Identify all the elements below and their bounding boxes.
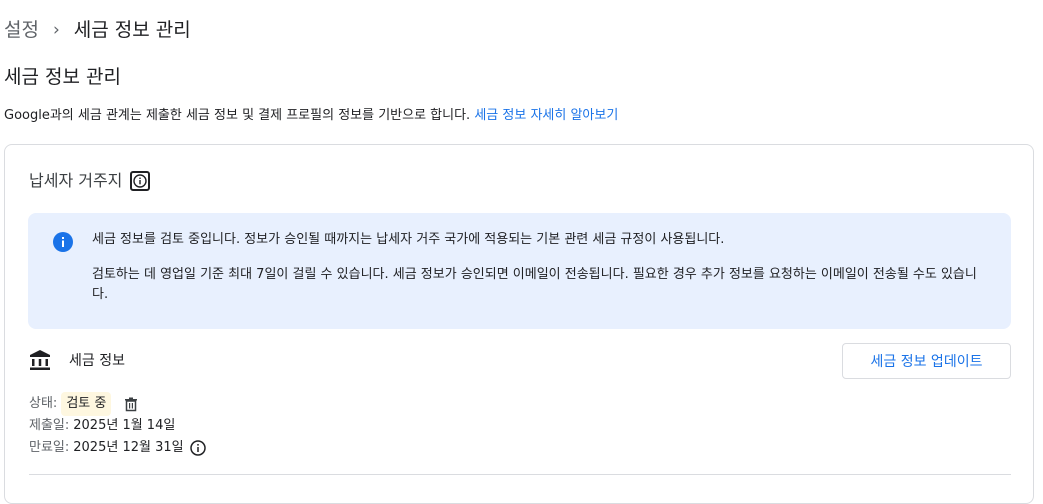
tax-info-details: 상태: 검토 중 제출일: 2025년 1월 14일 만료일: 2025년 12… bbox=[29, 392, 206, 459]
expires-label: 만료일: bbox=[29, 440, 70, 455]
residency-title: 납세자 거주지 bbox=[29, 171, 123, 190]
update-tax-info-button[interactable]: 세금 정보 업데이트 bbox=[842, 343, 1011, 379]
status-row: 상태: 검토 중 bbox=[29, 392, 206, 416]
expires-date: 2025년 12월 31일 bbox=[73, 440, 184, 455]
status-badge: 검토 중 bbox=[61, 392, 112, 416]
info-icon[interactable] bbox=[189, 440, 206, 456]
trash-icon[interactable] bbox=[123, 396, 139, 412]
learn-more-link[interactable]: 세금 정보 자세히 알아보기 bbox=[474, 108, 618, 123]
notice-line-1: 세금 정보를 검토 중입니다. 정보가 승인될 때까지는 납세자 거주 국가에 … bbox=[92, 232, 725, 247]
divider bbox=[29, 474, 1011, 475]
status-label: 상태: bbox=[29, 396, 58, 411]
breadcrumb-settings-link[interactable]: 설정 bbox=[4, 18, 39, 42]
bank-icon bbox=[30, 350, 50, 370]
submitted-date: 2025년 1월 14일 bbox=[73, 418, 176, 433]
notice-text: 세금 정보를 검토 중입니다. 정보가 승인될 때까지는 납세자 거주 국가에 … bbox=[92, 230, 992, 320]
tax-residency-card: 납세자 거주지 세금 정보를 검토 중입니다. 정보가 승인될 때까지는 납세자… bbox=[4, 144, 1034, 504]
info-icon[interactable] bbox=[130, 171, 151, 191]
page-description: Google과의 세금 관계는 제출한 세금 정보 및 결제 프로필의 정보를 … bbox=[4, 106, 618, 126]
breadcrumb: 설정 › 세금 정보 관리 bbox=[4, 18, 191, 42]
tax-info-header: 세금 정보 bbox=[29, 349, 125, 371]
page-title: 세금 정보 관리 bbox=[4, 66, 121, 88]
description-text: Google과의 세금 관계는 제출한 세금 정보 및 결제 프로필의 정보를 … bbox=[4, 108, 471, 123]
breadcrumb-separator: › bbox=[52, 20, 60, 40]
expires-row: 만료일: 2025년 12월 31일 bbox=[29, 437, 206, 459]
submitted-row: 제출일: 2025년 1월 14일 bbox=[29, 415, 206, 437]
breadcrumb-current: 세금 정보 관리 bbox=[73, 19, 191, 41]
notice-line-2: 검토하는 데 영업일 기준 최대 7일이 걸릴 수 있습니다. 세금 정보가 승… bbox=[92, 267, 977, 302]
submitted-label: 제출일: bbox=[29, 418, 70, 433]
section-title: 납세자 거주지 bbox=[29, 169, 151, 193]
tax-info-label: 세금 정보 bbox=[69, 353, 125, 369]
info-filled-icon bbox=[53, 232, 73, 252]
review-notice-banner: 세금 정보를 검토 중입니다. 정보가 승인될 때까지는 납세자 거주 국가에 … bbox=[28, 213, 1011, 329]
